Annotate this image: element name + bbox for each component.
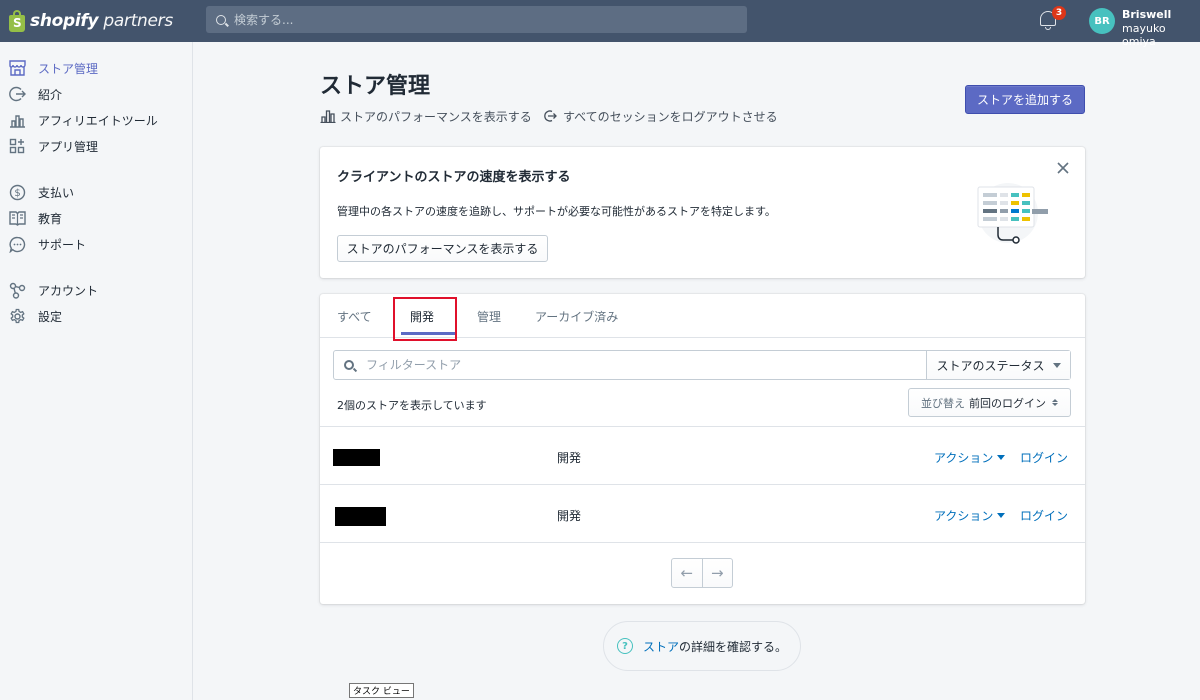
chart-bars-icon (8, 111, 26, 129)
learn-more-help: ? ストア の詳細を確認する。 (603, 621, 801, 671)
sidebar-item-affiliate-tools[interactable]: アフィリエイトツール (8, 110, 158, 130)
sidebar-item-label: アカウント (38, 283, 99, 298)
sidebar-item-label: ストア管理 (38, 61, 99, 76)
sidebar-item-label: 教育 (38, 211, 63, 226)
main-content: ストア管理 ストアのパフォーマンスを表示する すべてのセッションをログアウトさせ… (193, 42, 1200, 700)
store-speed-promo-card: クライアントのストアの速度を表示する 管理中の各ストアの速度を追跡し、サポートが… (320, 147, 1085, 278)
dollar-icon: $ (8, 183, 26, 201)
help-question-icon: ? (616, 638, 633, 654)
global-search[interactable] (206, 6, 747, 33)
stores-list-card: すべて 開発 管理 アーカイブ済み ストアのステータス 2個のストアを表示してい… (320, 294, 1085, 604)
store-tabs: すべて 開発 管理 アーカイブ済み (320, 294, 1085, 338)
view-performance-label: ストアのパフォーマンスを表示する (340, 109, 532, 124)
sort-arrows-icon (1052, 399, 1058, 406)
gear-icon (8, 307, 26, 325)
top-bar: S shopify partners 3 BR Briswell mayuko … (0, 0, 1200, 48)
sidebar: ストア管理 紹介 アフィリエイトツール アプリ管理 $ 支払い 教育 サポート (0, 42, 193, 700)
logout-all-sessions-label: すべてのセッションをログアウトさせる (563, 109, 778, 124)
store-status-label: ストアのステータス (936, 358, 1045, 373)
sidebar-item-payments[interactable]: $ 支払い (8, 182, 74, 202)
filter-stores-input[interactable] (366, 358, 906, 372)
logout-icon (543, 109, 557, 123)
table-row: 開発 アクション ログイン (320, 426, 1085, 484)
account-icon (8, 281, 26, 299)
sidebar-item-settings[interactable]: 設定 (8, 306, 62, 326)
store-actions-menu[interactable]: アクション (934, 449, 1006, 466)
search-icon (216, 14, 226, 25)
shopify-bag-icon: S (8, 10, 26, 32)
sort-label: 並び替え (921, 396, 965, 410)
tab-archived[interactable]: アーカイブ済み (535, 294, 618, 338)
filter-field[interactable] (334, 351, 927, 379)
sidebar-item-apps[interactable]: アプリ管理 (8, 136, 98, 156)
book-icon (8, 209, 26, 227)
caret-down-icon (997, 513, 1006, 518)
tab-managed[interactable]: 管理 (477, 294, 501, 338)
sidebar-item-label: 設定 (38, 309, 63, 324)
sidebar-item-label: アフィリエイトツール (38, 113, 158, 128)
sidebar-item-label: 紹介 (38, 87, 63, 102)
store-type: 開発 (557, 509, 582, 523)
svg-text:$: $ (14, 188, 20, 199)
notifications-bell-icon[interactable]: 3 (1038, 6, 1066, 32)
promo-title: クライアントのストアの速度を表示する (337, 170, 571, 185)
logo-text: shopify partners (30, 11, 173, 31)
store-count-text: 2個のストアを表示しています (337, 399, 487, 412)
referral-icon (8, 85, 26, 103)
global-search-input[interactable] (234, 12, 714, 27)
apps-icon (8, 137, 26, 155)
sidebar-item-label: サポート (38, 237, 87, 252)
actions-label: アクション (934, 451, 994, 465)
user-name[interactable]: Briswell (1122, 8, 1171, 21)
view-performance-button[interactable]: ストアのパフォーマンスを表示する (337, 235, 548, 262)
chat-icon (8, 235, 26, 253)
sort-select[interactable]: 並び替え 前回のログイン (908, 388, 1071, 417)
learn-more-text: の詳細を確認する。 (679, 639, 788, 654)
store-login-link[interactable]: ログイン (1020, 507, 1068, 524)
shopify-partners-logo[interactable]: S shopify partners (8, 9, 173, 33)
learn-more-link[interactable]: ストア (643, 638, 679, 655)
add-store-button[interactable]: ストアを追加する (965, 85, 1085, 114)
notification-count-badge: 3 (1052, 6, 1066, 20)
redacted-store-name (333, 449, 380, 466)
taskbar-tooltip: タスク ビュー (349, 683, 414, 698)
sort-value: 前回のログイン (969, 396, 1046, 410)
sidebar-item-education[interactable]: 教育 (8, 208, 62, 228)
table-row: 開発 アクション ログイン (320, 484, 1085, 542)
store-icon (8, 59, 26, 77)
active-tab-indicator (401, 332, 455, 335)
store-type: 開発 (557, 451, 582, 465)
sidebar-item-label: 支払い (38, 185, 75, 200)
tab-all[interactable]: すべて (337, 294, 372, 338)
next-page-button[interactable]: → (703, 559, 733, 587)
page-title: ストア管理 (320, 74, 431, 99)
view-performance-link[interactable]: ストアのパフォーマンスを表示する (320, 106, 532, 126)
sidebar-item-account[interactable]: アカウント (8, 280, 98, 300)
promo-description: 管理中の各ストアの速度を追跡し、サポートが必要な可能性があるストアを特定します。 (337, 205, 776, 218)
store-login-link[interactable]: ログイン (1020, 449, 1068, 466)
avatar[interactable]: BR (1089, 8, 1115, 34)
sidebar-item-support[interactable]: サポート (8, 234, 86, 254)
redacted-store-name (335, 507, 386, 526)
performance-illustration-icon (968, 179, 1048, 245)
chart-bars-icon (320, 109, 336, 123)
caret-down-icon (1052, 362, 1061, 368)
sidebar-item-referrals[interactable]: 紹介 (8, 84, 62, 104)
search-icon (344, 360, 354, 370)
sidebar-item-stores[interactable]: ストア管理 (8, 58, 98, 78)
actions-label: アクション (934, 509, 994, 523)
store-status-dropdown[interactable]: ストアのステータス (927, 351, 1070, 379)
sidebar-item-label: アプリ管理 (38, 139, 99, 154)
pagination: ← → (671, 558, 733, 588)
store-filter: ストアのステータス (333, 350, 1071, 380)
store-actions-menu[interactable]: アクション (934, 507, 1006, 524)
logout-all-sessions-link[interactable]: すべてのセッションをログアウトさせる (543, 106, 778, 126)
close-icon[interactable] (1056, 161, 1070, 175)
caret-down-icon (997, 455, 1006, 460)
previous-page-button[interactable]: ← (672, 559, 703, 587)
